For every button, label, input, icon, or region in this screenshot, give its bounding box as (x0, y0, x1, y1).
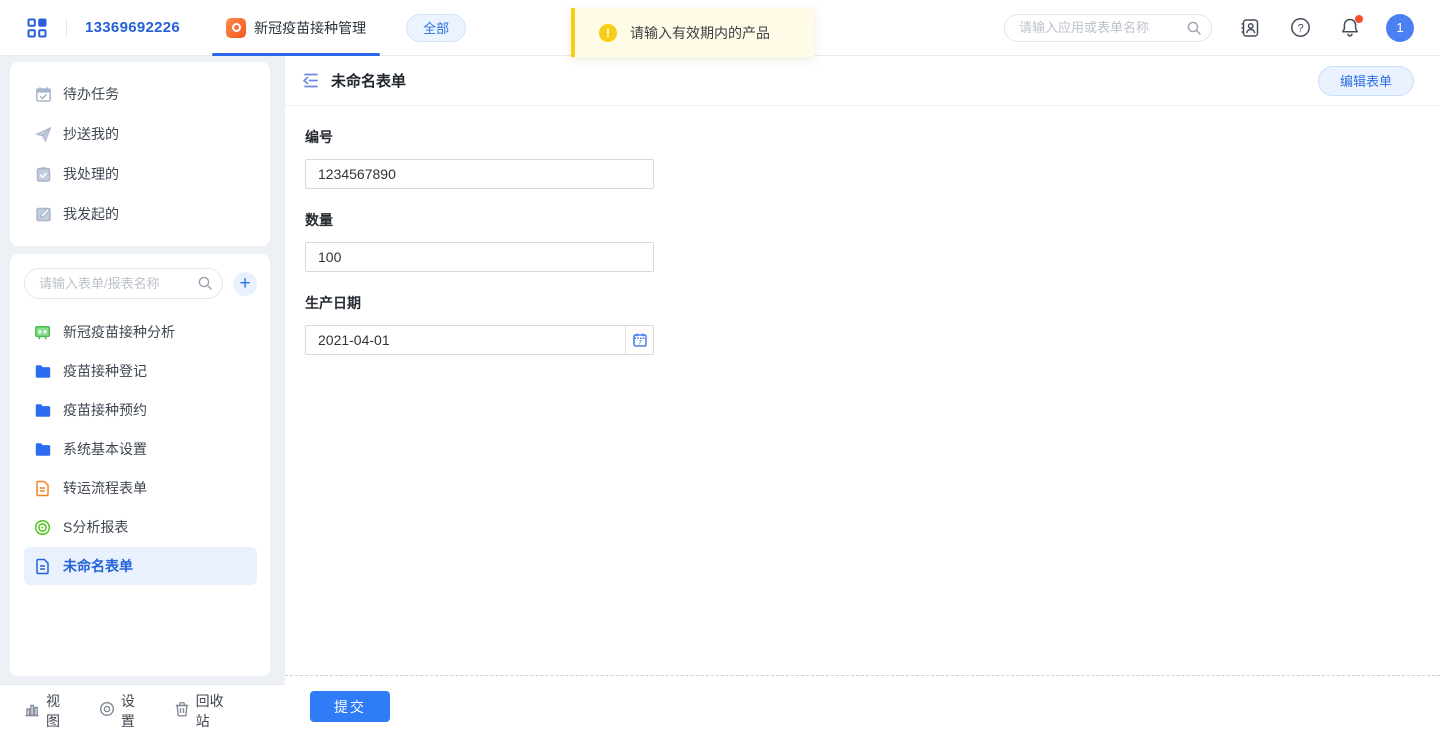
field-production-date: 生产日期 7 (305, 293, 1440, 355)
folder-icon (34, 441, 51, 458)
quantity-input[interactable] (305, 242, 654, 272)
number-input[interactable] (305, 159, 654, 189)
nav-item-label: 系统基本设置 (63, 441, 147, 457)
nav-item-label: S分析报表 (63, 519, 129, 535)
svg-text:?: ? (1297, 23, 1303, 35)
main-panel: 未命名表单 编辑表单 编号 数量 生产日期 7 (285, 56, 1440, 736)
send-icon (34, 126, 52, 143)
nav-item-vaccine-registration[interactable]: 疫苗接种登记 (24, 352, 257, 390)
nav-item-label: 疫苗接种预约 (63, 402, 147, 418)
production-date-input[interactable] (306, 326, 625, 354)
views-label: 视图 (46, 692, 60, 729)
document-icon (34, 480, 51, 497)
user-phone-number[interactable]: 13369692226 (85, 19, 180, 36)
divider (66, 17, 67, 38)
filter-all-pill[interactable]: 全部 (406, 13, 467, 42)
folder-icon (34, 402, 51, 419)
tab-app-vaccine-management[interactable]: 新冠疫苗接种管理 (212, 0, 381, 56)
sidebar-item-todo-tasks[interactable]: 待办任务 (10, 74, 270, 114)
views-button[interactable]: 视图 (24, 691, 69, 731)
settings-button[interactable]: 设置 (99, 691, 144, 731)
form-nav-card: + 新冠疫苗接种分析 疫苗接种登记 (10, 254, 270, 676)
global-search-input[interactable] (1004, 13, 1212, 42)
calendar-check-icon (34, 86, 52, 103)
field-label: 生产日期 (305, 295, 361, 311)
notification-bell-icon[interactable] (1338, 14, 1363, 40)
search-icon (1187, 21, 1201, 38)
folder-icon (34, 363, 51, 380)
nav-item-vaccine-appointment[interactable]: 疫苗接种预约 (24, 391, 257, 429)
notification-dot (1355, 14, 1363, 23)
nav-item-transfer-process-form[interactable]: 转运流程表单 (24, 469, 257, 507)
active-tab-underline (212, 52, 381, 56)
app-icon (226, 17, 247, 38)
edit-form-button[interactable]: 编辑表单 (1317, 65, 1414, 96)
warning-icon: ! (599, 23, 617, 42)
edit-doc-icon (34, 206, 52, 223)
help-icon[interactable]: ? (1288, 16, 1312, 40)
form-body: 编号 数量 生产日期 7 (285, 106, 1440, 675)
recycle-bin-button[interactable]: 回收站 (174, 691, 231, 731)
form-search (24, 268, 223, 299)
nav-item-label: 疫苗接种登记 (63, 363, 147, 379)
sidebar-item-label: 抄送我的 (63, 126, 119, 142)
clipboard-check-icon (34, 166, 52, 183)
form-search-input[interactable] (24, 268, 223, 299)
nav-item-label: 未命名表单 (63, 558, 133, 574)
tab-label: 新冠疫苗接种管理 (254, 19, 367, 36)
sidebar-footer: 视图 设置 回收站 (0, 684, 285, 736)
sidebar-item-label: 我发起的 (63, 206, 119, 222)
nav-item-label: 新冠疫苗接种分析 (63, 324, 175, 340)
settings-icon (99, 701, 115, 720)
form-footer: 提交 (285, 675, 1440, 736)
collapse-sidebar-icon[interactable] (299, 70, 321, 92)
trash-icon (174, 701, 190, 720)
date-input-group: 7 (305, 325, 654, 355)
recycle-bin-label: 回收站 (195, 692, 224, 729)
nav-item-s-analysis-report[interactable]: S分析报表 (24, 508, 257, 546)
sidebar-item-handled-by-me[interactable]: 我处理的 (10, 154, 270, 194)
settings-label: 设置 (120, 692, 135, 729)
nav-item-vaccine-analysis[interactable]: 新冠疫苗接种分析 (24, 313, 257, 351)
form-nav-list: 新冠疫苗接种分析 疫苗接种登记 疫苗接种预约 系统基本设置 转运流程表单 S分析… (10, 312, 270, 586)
field-label: 编号 (305, 129, 333, 145)
toast-message: 请输入有效期内的产品 (630, 24, 770, 41)
field-quantity: 数量 (305, 210, 1440, 272)
bar-chart-icon (24, 701, 40, 720)
task-shortcuts-card: 待办任务 抄送我的 我处理的 我发起的 (10, 62, 270, 246)
user-avatar[interactable]: 1 (1386, 13, 1414, 42)
topbar-right-group: ? 1 (1004, 13, 1414, 42)
dashboard-icon (34, 324, 51, 341)
nav-item-system-settings[interactable]: 系统基本设置 (24, 430, 257, 468)
target-icon (34, 519, 51, 536)
form-header: 未命名表单 编辑表单 (285, 56, 1440, 106)
page-title: 未命名表单 (331, 73, 407, 90)
add-form-button[interactable]: + (233, 271, 257, 296)
submit-button[interactable]: 提交 (310, 691, 390, 722)
global-search (1004, 13, 1212, 42)
sidebar-item-label: 我处理的 (63, 166, 119, 182)
sidebar-item-cc-to-me[interactable]: 抄送我的 (10, 114, 270, 154)
svg-text:7: 7 (638, 339, 642, 346)
sidebar-item-initiated-by-me[interactable]: 我发起的 (10, 194, 270, 234)
field-number: 编号 (305, 127, 1440, 189)
document-icon (34, 558, 51, 575)
sidebar: 待办任务 抄送我的 我处理的 我发起的 请输入表单/报表名称 + 新冠疫苗接种分… (0, 56, 285, 736)
field-label: 数量 (305, 212, 333, 228)
address-book-icon[interactable] (1238, 16, 1262, 40)
search-icon (198, 276, 212, 293)
nav-item-label: 转运流程表单 (63, 480, 147, 496)
workbench-grid-icon[interactable] (26, 17, 48, 39)
nav-item-unnamed-form[interactable]: 未命名表单 (24, 547, 257, 585)
calendar-icon[interactable]: 7 (625, 326, 653, 354)
sidebar-item-label: 待办任务 (63, 86, 119, 102)
warning-toast: ! 请输入有效期内的产品 (571, 8, 814, 57)
